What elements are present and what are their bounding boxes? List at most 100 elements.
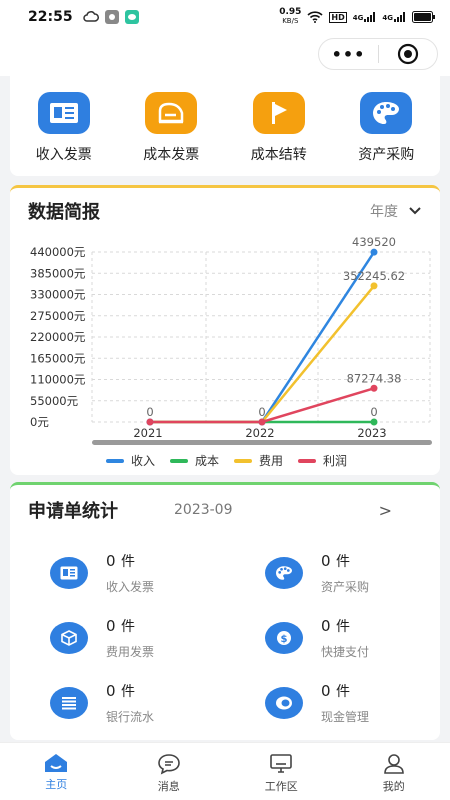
data-label: 0 bbox=[146, 405, 153, 419]
chart-svg: 0元 55000元 110000元 165000元 220000元 275000元 3300… bbox=[30, 235, 432, 468]
stat-label: 银行流水 bbox=[106, 710, 155, 724]
coin-icon bbox=[265, 687, 303, 719]
status-right: 0.95 KB/S HD 4G 4G bbox=[279, 8, 436, 26]
quick-action-cost-carryover[interactable]: 成本结转 bbox=[225, 76, 333, 176]
data-point bbox=[370, 418, 378, 426]
y-tick-label: 440000元 bbox=[30, 245, 86, 259]
data-point bbox=[146, 418, 154, 426]
stat-label: 费用发票 bbox=[106, 645, 155, 659]
legend-swatch bbox=[170, 459, 188, 463]
data-point bbox=[258, 418, 266, 426]
data-overview-card: 数据简报 年度 0元 55000元 110000元 165000元 220000元 275… bbox=[10, 185, 440, 475]
stat-cash-management[interactable]: 0 件 现金管理 bbox=[225, 681, 440, 725]
legend-label: 成本 bbox=[195, 454, 219, 468]
stat-label: 收入发票 bbox=[106, 580, 155, 594]
stat-asset-purchase[interactable]: 0 件 资产采购 bbox=[225, 551, 440, 595]
data-label: 0 bbox=[258, 405, 265, 419]
quick-action-label: 资产采购 bbox=[358, 147, 415, 163]
user-icon bbox=[383, 754, 404, 774]
tab-home[interactable]: 主页 bbox=[0, 743, 113, 800]
battery-icon bbox=[412, 11, 435, 23]
stat-bank-flow[interactable]: 0 件 银行流水 bbox=[10, 681, 225, 725]
message-icon bbox=[157, 754, 180, 775]
x-tick-label: 2022 bbox=[245, 426, 274, 440]
data-point bbox=[370, 282, 378, 290]
x-tick-label: 2021 bbox=[133, 426, 162, 440]
y-tick-label: 165000元 bbox=[30, 351, 86, 365]
y-tick-label: 110000元 bbox=[30, 373, 86, 387]
tab-label: 消息 bbox=[157, 780, 180, 793]
signal-2: 4G bbox=[382, 12, 406, 22]
data-label: 439520 bbox=[352, 235, 396, 249]
quick-action-label: 成本结转 bbox=[250, 147, 307, 163]
stat-quick-pay[interactable]: $ 0 件 快捷支付 bbox=[225, 616, 440, 660]
legend-swatch bbox=[234, 459, 252, 463]
stat-count: 0 件 bbox=[106, 552, 136, 570]
quick-action-asset-purchase[interactable]: 资产采购 bbox=[333, 76, 441, 176]
quick-action-income-invoice[interactable]: 收入发票 bbox=[10, 76, 118, 176]
data-label: 352245.62 bbox=[343, 269, 405, 283]
income-invoice-icon bbox=[37, 92, 90, 134]
cost-invoice-icon bbox=[145, 92, 198, 134]
series-line-费用 bbox=[150, 285, 375, 424]
chat-app-icon bbox=[124, 10, 139, 24]
tab-label: 工作区 bbox=[264, 780, 298, 793]
quick-action-label: 成本发票 bbox=[143, 147, 200, 163]
home-icon bbox=[45, 754, 68, 772]
stat-count: 0 件 bbox=[106, 682, 136, 700]
net-speed-unit: KB/S bbox=[282, 17, 299, 25]
status-time: 22:55 bbox=[28, 9, 73, 25]
notification-icons bbox=[82, 10, 139, 24]
net-speed: 0.95 KB/S bbox=[279, 8, 301, 26]
apply-stats-more-button[interactable]: > bbox=[379, 501, 392, 520]
quick-action-label: 收入发票 bbox=[35, 147, 92, 163]
tab-messages[interactable]: 消息 bbox=[113, 743, 226, 800]
data-point bbox=[370, 384, 378, 392]
dollar-icon: $ bbox=[265, 622, 303, 654]
apply-stats-card: 申请单统计 2023-09 > 0 件 收入发票 0 件 资产采购 0 件 费用… bbox=[10, 482, 440, 740]
wifi-icon bbox=[307, 11, 323, 23]
stat-label: 现金管理 bbox=[321, 710, 370, 724]
quick-action-cost-invoice[interactable]: 成本发票 bbox=[118, 76, 226, 176]
stat-expense-invoice[interactable]: 0 件 费用发票 bbox=[10, 616, 225, 660]
stat-label: 快捷支付 bbox=[321, 645, 370, 659]
data-overview-title: 数据简报 bbox=[28, 202, 100, 223]
data-label: 87274.38 bbox=[347, 371, 402, 385]
legend-label: 费用 bbox=[259, 454, 283, 468]
quick-actions: 收入发票 成本发票 成本结转 资产采购 bbox=[10, 76, 440, 176]
box-icon bbox=[50, 622, 88, 654]
list-icon bbox=[50, 687, 88, 719]
palette-icon bbox=[360, 92, 413, 134]
mini-program-capsule: ••• bbox=[318, 38, 438, 70]
legend-swatch bbox=[298, 459, 316, 463]
y-tick-label: 220000元 bbox=[30, 330, 86, 344]
apply-month-picker[interactable]: 2023-09 bbox=[174, 502, 233, 518]
year-filter-dropdown[interactable]: 年度 bbox=[370, 201, 422, 221]
tab-label: 我的 bbox=[382, 780, 405, 793]
close-mini-program-button[interactable] bbox=[379, 43, 437, 65]
invoice-icon bbox=[50, 557, 88, 589]
legend-label: 利润 bbox=[323, 454, 347, 468]
tab-mine[interactable]: 我的 bbox=[338, 743, 450, 800]
camera-app-icon bbox=[104, 10, 119, 24]
tab-workspace[interactable]: 工作区 bbox=[225, 743, 338, 800]
apply-stats-header: 申请单统计 2023-09 > bbox=[10, 485, 440, 535]
stat-count: 0 件 bbox=[106, 617, 136, 635]
signal-1: 4G bbox=[353, 12, 377, 22]
stat-count: 0 件 bbox=[321, 682, 351, 700]
bottom-tab-bar: 主页 消息 工作区 我的 bbox=[0, 742, 450, 800]
y-tick-label: 275000元 bbox=[30, 309, 86, 323]
stat-label: 资产采购 bbox=[321, 580, 370, 594]
legend-swatch bbox=[106, 459, 124, 463]
flag-icon bbox=[252, 92, 305, 134]
hd-badge: HD bbox=[329, 11, 347, 23]
stat-income-invoice[interactable]: 0 件 收入发票 bbox=[10, 551, 225, 595]
data-point bbox=[370, 248, 378, 256]
more-button[interactable]: ••• bbox=[319, 45, 378, 64]
target-icon bbox=[397, 43, 419, 65]
apply-stats-title: 申请单统计 bbox=[28, 501, 118, 522]
stat-count: 0 件 bbox=[321, 617, 351, 635]
svg-text:$: $ bbox=[281, 634, 288, 645]
tab-label: 主页 bbox=[45, 778, 68, 791]
legend-label: 收入 bbox=[131, 454, 155, 468]
